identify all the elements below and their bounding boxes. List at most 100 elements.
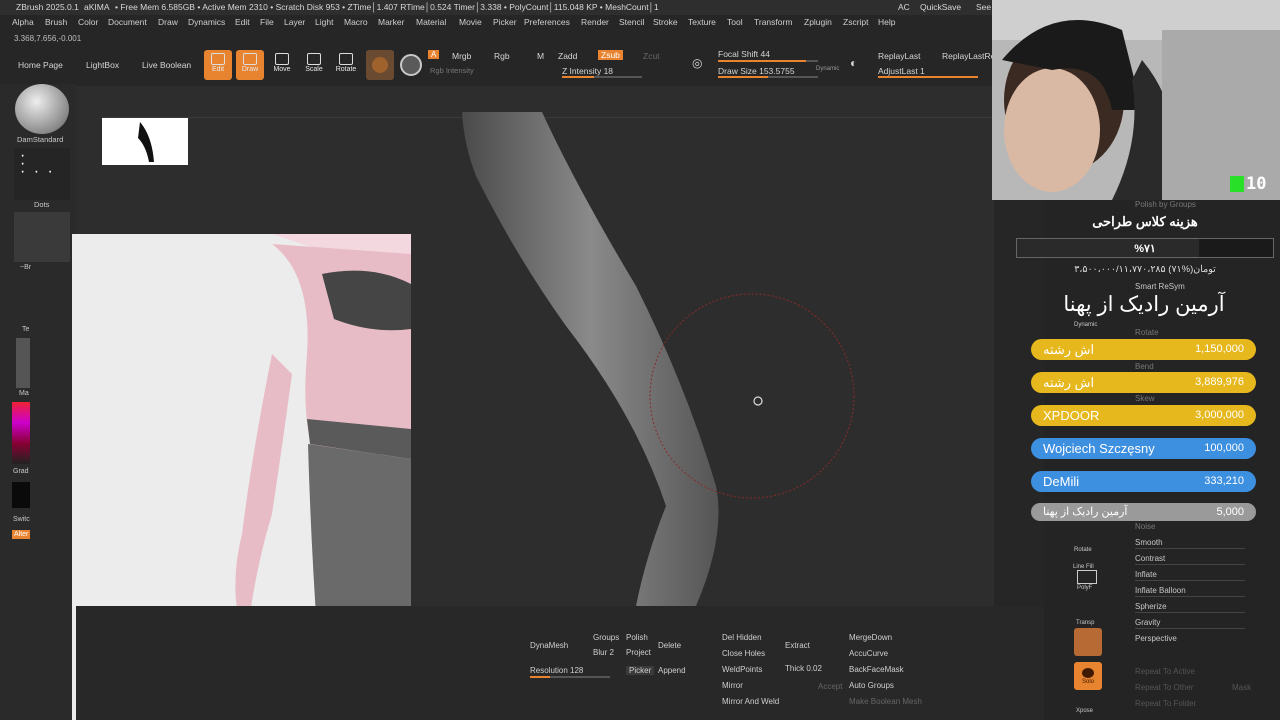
replay-last-button[interactable]: ReplayLast [878, 51, 921, 61]
mrgb-button[interactable]: Mrgb [452, 51, 471, 61]
deform-slider-gravity[interactable]: Gravity [1135, 618, 1160, 627]
menu-light[interactable]: Light [315, 17, 333, 27]
mirror-button[interactable]: Mirror [722, 681, 743, 690]
rotate-button[interactable]: Rotate [332, 50, 360, 80]
menu-color[interactable]: Color [78, 17, 98, 27]
transp-button[interactable]: Transp [1076, 620, 1094, 626]
project-button[interactable]: Project [626, 648, 651, 657]
resolution-slider[interactable]: Resolution 128 [530, 666, 583, 675]
secondary-color-swatch[interactable] [12, 482, 30, 508]
deform-slider-contrast[interactable]: Contrast [1135, 554, 1165, 563]
draw-size-track[interactable] [718, 76, 818, 78]
scale-button[interactable]: Scale [300, 50, 328, 80]
auto-groups-button[interactable]: Auto Groups [849, 681, 894, 690]
deform-slider-inflate[interactable]: Inflate [1135, 570, 1157, 579]
polish-button[interactable]: Polish [626, 633, 648, 642]
menu-draw[interactable]: Draw [158, 17, 178, 27]
color-sphere-icon[interactable] [400, 54, 422, 76]
thick-slider[interactable]: Thick 0.02 [785, 664, 822, 673]
menu-transform[interactable]: Transform [754, 17, 792, 27]
dynamesh-button[interactable]: DynaMesh [530, 641, 568, 650]
solo-button[interactable]: Solo [1074, 662, 1102, 690]
edit-button[interactable]: Edit [204, 50, 232, 80]
deform-slider-inflate-balloon[interactable]: Inflate Balloon [1135, 586, 1186, 595]
alternate-button[interactable]: Alter [12, 530, 31, 539]
menu-stroke[interactable]: Stroke [653, 17, 678, 27]
blur-slider[interactable]: Blur 2 [593, 648, 614, 657]
focal-shift-track[interactable] [718, 60, 818, 62]
accept-button[interactable]: Accept [818, 682, 842, 691]
menu-movie[interactable]: Movie [459, 17, 482, 27]
repeat-to-other-button[interactable]: Repeat To Other [1135, 683, 1194, 692]
menu-brush[interactable]: Brush [45, 17, 67, 27]
ac-button[interactable]: AC [898, 2, 910, 12]
menu-layer[interactable]: Layer [284, 17, 305, 27]
polyf-button[interactable]: PolyF [1077, 585, 1092, 591]
merge-down-button[interactable]: MergeDown [849, 633, 892, 642]
resolution-track[interactable] [530, 676, 610, 678]
rotate-deform-label[interactable]: Rotate [1135, 328, 1159, 337]
menu-zplugin[interactable]: Zplugin [804, 17, 832, 27]
repeat-to-active-button[interactable]: Repeat To Active [1135, 667, 1195, 676]
live-boolean-button[interactable]: Live Boolean [142, 58, 191, 72]
weld-points-button[interactable]: WeldPoints [722, 665, 762, 674]
rgb-button[interactable]: Rgb [494, 51, 510, 61]
adjust-last-track[interactable] [878, 76, 978, 78]
color-picker-icon[interactable] [12, 402, 30, 464]
delete-button[interactable]: Delete [658, 641, 681, 650]
menu-marker[interactable]: Marker [378, 17, 404, 27]
rgb-intensity-slider[interactable]: Rgb Intensity [430, 66, 474, 75]
focal-shift-slider[interactable]: Focal Shift 44 [718, 49, 770, 59]
ghost-toggle[interactable] [1074, 628, 1102, 656]
noise-deform-label[interactable]: Noise [1135, 522, 1155, 531]
draw-size-slider[interactable]: Draw Size 153.5755 [718, 66, 795, 76]
brush-thumbnail-icon[interactable] [15, 84, 69, 134]
menu-edit[interactable]: Edit [235, 17, 250, 27]
draw-button[interactable]: Draw [236, 50, 264, 80]
groups-button[interactable]: Groups [593, 633, 619, 642]
xpose-button[interactable]: Xpose [1076, 708, 1093, 714]
extract-button[interactable]: Extract [785, 641, 810, 650]
menu-texture[interactable]: Texture [688, 17, 716, 27]
menu-material[interactable]: Material [416, 17, 446, 27]
bend-deform-label[interactable]: Bend [1135, 362, 1154, 371]
zsub-button[interactable]: Zsub [598, 50, 623, 60]
menu-document[interactable]: Document [108, 17, 147, 27]
menu-stencil[interactable]: Stencil [619, 17, 645, 27]
backface-mask-button[interactable]: BackFaceMask [849, 665, 904, 674]
a-button[interactable]: A [428, 50, 440, 59]
menu-preferences[interactable]: Preferences [524, 17, 570, 27]
zcut-button[interactable]: Zcut [643, 51, 660, 61]
del-hidden-button[interactable]: Del Hidden [722, 633, 762, 642]
zadd-button[interactable]: Zadd [558, 51, 577, 61]
make-boolean-mesh-button[interactable]: Make Boolean Mesh [849, 697, 922, 706]
menu-help[interactable]: Help [878, 17, 895, 27]
stroke-dots-icon[interactable]: · · · · · [14, 148, 70, 200]
quicksave-button[interactable]: QuickSave [920, 2, 961, 12]
lightbox-button[interactable]: LightBox [86, 58, 119, 72]
rotate-icon-button[interactable]: Rotate [1074, 547, 1092, 553]
deform-slider-perspective[interactable]: Perspective [1135, 634, 1177, 643]
material-button[interactable] [366, 50, 394, 80]
menu-picker[interactable]: Picker [493, 17, 517, 27]
switch-color-button[interactable]: Switc [13, 516, 30, 523]
alpha-thumbnail-icon[interactable] [14, 212, 70, 262]
menu-alpha[interactable]: Alpha [12, 17, 34, 27]
z-intensity-track[interactable] [562, 76, 642, 78]
menu-macro[interactable]: Macro [344, 17, 368, 27]
mask-button[interactable]: Mask [1232, 683, 1251, 692]
move-button[interactable]: Move [268, 50, 296, 80]
m-button[interactable]: M [537, 51, 544, 61]
skew-deform-label[interactable]: Skew [1135, 394, 1155, 403]
adjust-last-slider[interactable]: AdjustLast 1 [878, 66, 925, 76]
picker-button[interactable]: Picker [626, 666, 655, 675]
replay-last-rel-button[interactable]: ReplayLastRel [942, 51, 997, 61]
repeat-to-folder-button[interactable]: Repeat To Folder [1135, 699, 1196, 708]
menu-render[interactable]: Render [581, 17, 609, 27]
mirror-and-weld-button[interactable]: Mirror And Weld [722, 697, 779, 706]
home-page-button[interactable]: Home Page [18, 58, 63, 72]
z-intensity-slider[interactable]: Z Intensity 18 [562, 66, 613, 76]
menu-dynamics[interactable]: Dynamics [188, 17, 225, 27]
close-holes-button[interactable]: Close Holes [722, 649, 765, 658]
dynamic-button[interactable]: Dynamic [1074, 322, 1097, 328]
